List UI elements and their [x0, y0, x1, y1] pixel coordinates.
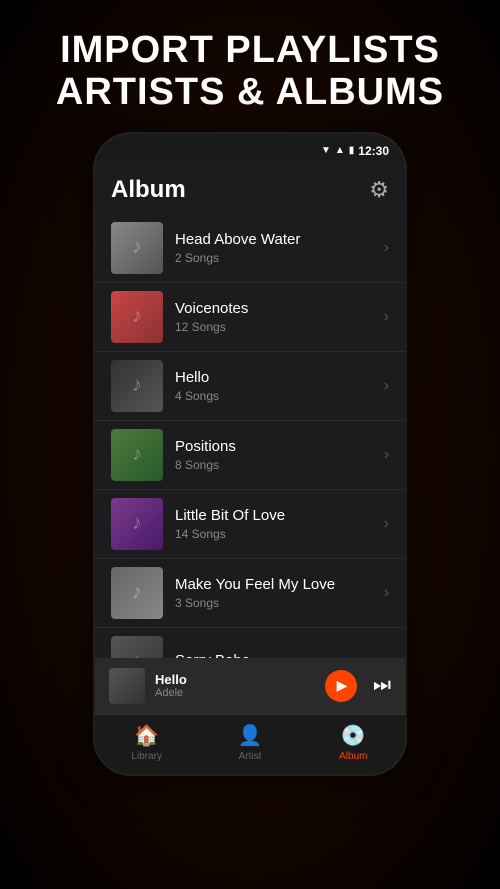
now-playing-info: Hello Adele: [155, 672, 315, 699]
album-songs-make-you-feel: 3 Songs: [175, 596, 372, 610]
signal-icon: ▲: [335, 145, 345, 156]
page-title: Album: [111, 176, 186, 204]
now-playing-title: Hello: [155, 672, 315, 687]
nav-icon-library: 🏠: [134, 723, 159, 748]
album-item-positions[interactable]: ♪ Positions 8 Songs ›: [95, 421, 405, 490]
album-thumb-hello: ♪: [111, 360, 163, 412]
hero-line2: ARTISTS & ALBUMS: [56, 72, 444, 114]
nav-icon-artist: 👤: [238, 723, 263, 748]
album-item-head-above-water[interactable]: ♪ Head Above Water 2 Songs ›: [95, 214, 405, 283]
album-item-hello[interactable]: ♪ Hello 4 Songs ›: [95, 352, 405, 421]
album-item-sorry-babe[interactable]: ♪ Sorry Babe ›: [95, 628, 405, 658]
album-info-positions: Positions 8 Songs: [175, 438, 372, 472]
chevron-right-icon: ›: [384, 308, 389, 326]
now-playing-bar: Hello Adele ▶ ⏭: [95, 658, 405, 714]
chevron-right-icon: ›: [384, 239, 389, 257]
now-playing-thumb: [109, 668, 145, 704]
album-name-positions: Positions: [175, 438, 372, 455]
nav-label-album: Album: [339, 751, 367, 762]
app-content: Album ⚙ ♪ Head Above Water 2 Songs › ♪ V…: [95, 162, 405, 774]
status-time: 12:30: [358, 144, 389, 158]
album-thumb-make-you-feel: ♪: [111, 567, 163, 619]
chevron-right-icon: ›: [384, 446, 389, 464]
album-name-hello: Hello: [175, 369, 372, 386]
nav-label-artist: Artist: [239, 751, 262, 762]
album-thumb-voicenotes: ♪: [111, 291, 163, 343]
battery-icon: ▮: [349, 145, 355, 156]
album-item-little-bit-of-love[interactable]: ♪ Little Bit Of Love 14 Songs ›: [95, 490, 405, 559]
album-songs-positions: 8 Songs: [175, 458, 372, 472]
nav-item-artist[interactable]: 👤 Artist: [198, 723, 301, 762]
status-bar: ▼ ▲ ▮ 12:30: [95, 134, 405, 162]
hero-heading: IMPORT PLAYLISTS ARTISTS & ALBUMS: [36, 0, 464, 134]
album-thumb-sorry-babe: ♪: [111, 636, 163, 658]
album-item-voicenotes[interactable]: ♪ Voicenotes 12 Songs ›: [95, 283, 405, 352]
hero-line1: IMPORT PLAYLISTS: [56, 30, 444, 72]
chevron-right-icon: ›: [384, 584, 389, 602]
album-thumb-little-bit-of-love: ♪: [111, 498, 163, 550]
play-button[interactable]: ▶: [325, 670, 357, 702]
album-name-voicenotes: Voicenotes: [175, 300, 372, 317]
now-playing-artist: Adele: [155, 687, 315, 699]
bottom-nav: 🏠 Library 👤 Artist 💿 Album: [95, 714, 405, 774]
album-item-make-you-feel[interactable]: ♪ Make You Feel My Love 3 Songs ›: [95, 559, 405, 628]
app-header: Album ⚙: [95, 162, 405, 214]
album-info-make-you-feel: Make You Feel My Love 3 Songs: [175, 576, 372, 610]
album-name-little-bit-of-love: Little Bit Of Love: [175, 507, 372, 524]
album-info-head-above-water: Head Above Water 2 Songs: [175, 231, 372, 265]
album-name-make-you-feel: Make You Feel My Love: [175, 576, 372, 593]
album-thumb-head-above-water: ♪: [111, 222, 163, 274]
nav-item-library[interactable]: 🏠 Library: [95, 723, 198, 762]
album-info-hello: Hello 4 Songs: [175, 369, 372, 403]
album-info-little-bit-of-love: Little Bit Of Love 14 Songs: [175, 507, 372, 541]
chevron-right-icon: ›: [384, 377, 389, 395]
nav-icon-album: 💿: [341, 723, 366, 748]
album-name-head-above-water: Head Above Water: [175, 231, 372, 248]
skip-next-button[interactable]: ⏭: [373, 674, 391, 697]
album-songs-head-above-water: 2 Songs: [175, 251, 372, 265]
wifi-icon: ▼: [321, 145, 331, 156]
album-list: ♪ Head Above Water 2 Songs › ♪ Voicenote…: [95, 214, 405, 658]
chevron-right-icon: ›: [384, 515, 389, 533]
album-songs-little-bit-of-love: 14 Songs: [175, 527, 372, 541]
album-songs-voicenotes: 12 Songs: [175, 320, 372, 334]
album-info-voicenotes: Voicenotes 12 Songs: [175, 300, 372, 334]
nav-item-album[interactable]: 💿 Album: [302, 723, 405, 762]
nav-label-library: Library: [131, 751, 162, 762]
status-icons: ▼ ▲ ▮ 12:30: [321, 144, 389, 158]
settings-icon[interactable]: ⚙: [369, 177, 389, 203]
album-thumb-positions: ♪: [111, 429, 163, 481]
phone-mockup: ▼ ▲ ▮ 12:30 Album ⚙ ♪ Head Above Water 2…: [95, 134, 405, 774]
album-songs-hello: 4 Songs: [175, 389, 372, 403]
play-icon: ▶: [337, 677, 348, 694]
